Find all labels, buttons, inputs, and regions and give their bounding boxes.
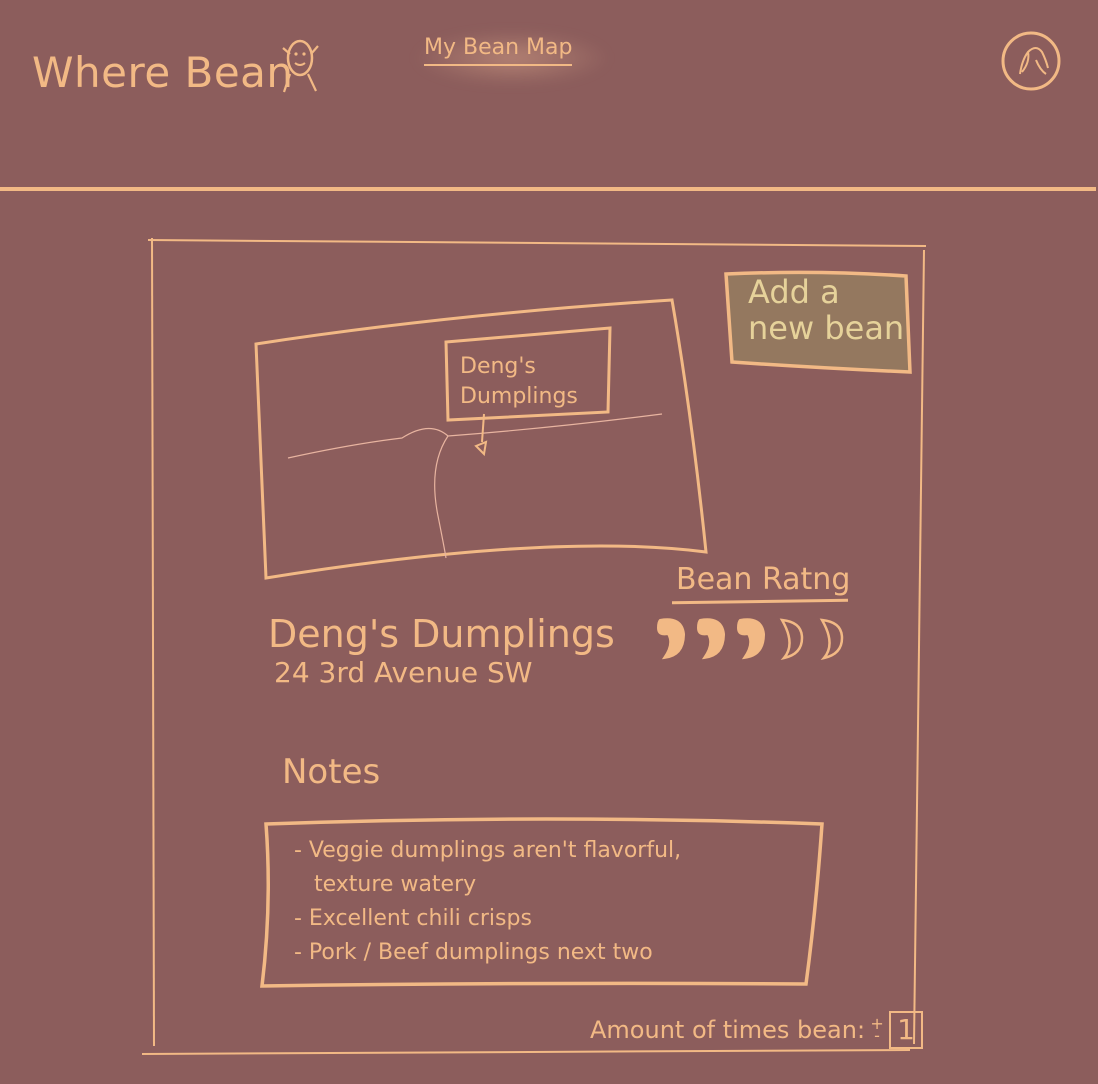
header-divider — [0, 187, 1096, 191]
bean-rating[interactable] — [652, 614, 852, 666]
note-item: - Veggie dumplings aren't flavorful, — [294, 838, 682, 863]
visit-count-field[interactable]: 1 — [889, 1011, 924, 1049]
visit-stepper: + - — [870, 1016, 883, 1044]
place-name: Deng's Dumplings — [268, 612, 615, 656]
map-pin-label: Deng's Dumplings — [460, 354, 578, 409]
app-logo: Where Bean — [32, 48, 294, 97]
note-item: - Pork / Beef dumplings next two — [294, 940, 653, 965]
bean-filled-icon[interactable] — [732, 614, 768, 662]
bean-empty-icon[interactable] — [812, 614, 848, 662]
bean-rating-title: Bean Ratng — [676, 562, 851, 597]
profile-avatar-icon[interactable] — [1000, 30, 1062, 92]
add-new-bean-button[interactable]: Add a new bean — [722, 268, 912, 376]
notes-list: - Veggie dumplings aren't flavorful, tex… — [294, 834, 804, 970]
my-bean-map-link[interactable]: My Bean Map — [424, 35, 573, 67]
note-item: texture watery — [314, 872, 477, 897]
add-new-bean-label: Add a new bean — [748, 273, 905, 347]
bean-empty-icon[interactable] — [772, 614, 808, 662]
bean-person-icon — [282, 39, 319, 93]
bean-filled-icon[interactable] — [652, 614, 688, 662]
bean-filled-icon[interactable] — [692, 614, 728, 662]
decrement-button[interactable]: - — [874, 1028, 880, 1044]
map-pin-icon[interactable] — [472, 412, 492, 460]
place-address: 24 3rd Avenue SW — [274, 656, 533, 689]
visit-counter: Amount of times bean: + - 1 — [590, 1010, 924, 1050]
note-item: - Excellent chili crisps — [294, 906, 532, 931]
notes-title: Notes — [282, 752, 381, 792]
visit-counter-label: Amount of times bean: — [590, 1016, 866, 1044]
